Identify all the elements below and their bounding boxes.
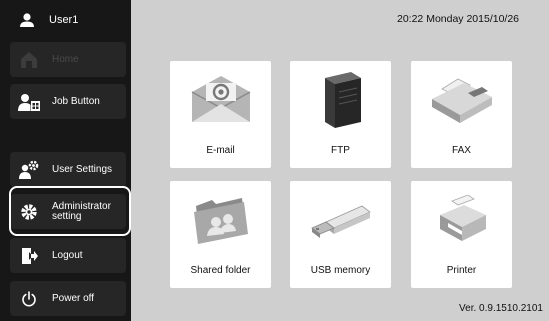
logout-label: Logout <box>52 250 83 261</box>
home-label: Home <box>52 54 79 65</box>
tile-usb-memory[interactable]: USB memory <box>290 181 391 288</box>
job-button-icon <box>18 91 40 113</box>
version-label: Ver. 0.9.1510.2101 <box>459 303 543 314</box>
tile-shared-folder[interactable]: Shared folder <box>170 181 271 288</box>
tile-usb-memory-label: USB memory <box>310 265 371 276</box>
home-icon <box>18 49 40 71</box>
home-button[interactable]: Home <box>10 42 126 77</box>
power-icon <box>18 288 40 310</box>
user-settings-icon <box>18 159 40 181</box>
selection-highlight <box>9 186 131 236</box>
logout-button[interactable]: Logout <box>10 238 126 273</box>
person-icon <box>20 13 34 27</box>
shared-folder-icon <box>170 181 271 259</box>
user-settings-button[interactable]: User Settings <box>10 152 126 187</box>
sidebar: User1 Home Job Button User Settings Admi… <box>0 0 131 321</box>
tile-ftp[interactable]: FTP <box>290 61 391 168</box>
power-off-label: Power off <box>52 293 95 304</box>
tile-printer[interactable]: Printer <box>411 181 512 288</box>
ftp-server-icon <box>290 61 391 139</box>
email-envelope-icon <box>170 61 271 139</box>
usb-memory-icon <box>290 181 391 259</box>
power-off-button[interactable]: Power off <box>10 281 126 316</box>
job-button[interactable]: Job Button <box>10 84 126 119</box>
user-header: User1 <box>0 0 131 40</box>
tile-fax[interactable]: FAX <box>411 61 512 168</box>
job-button-label: Job Button <box>52 96 100 107</box>
tile-ftp-label: FTP <box>331 145 350 156</box>
user-name: User1 <box>49 14 79 26</box>
logout-icon <box>18 245 40 267</box>
datetime: 20:22 Monday 2015/10/26 <box>397 13 520 25</box>
tile-shared-folder-label: Shared folder <box>190 265 251 276</box>
user-settings-label: User Settings <box>52 164 113 175</box>
fax-machine-icon <box>411 61 512 139</box>
tile-printer-label: Printer <box>446 265 477 276</box>
tile-email[interactable]: E-mail <box>170 61 271 168</box>
tile-fax-label: FAX <box>452 145 471 156</box>
printer-icon <box>411 181 512 259</box>
tile-email-label: E-mail <box>206 145 235 156</box>
